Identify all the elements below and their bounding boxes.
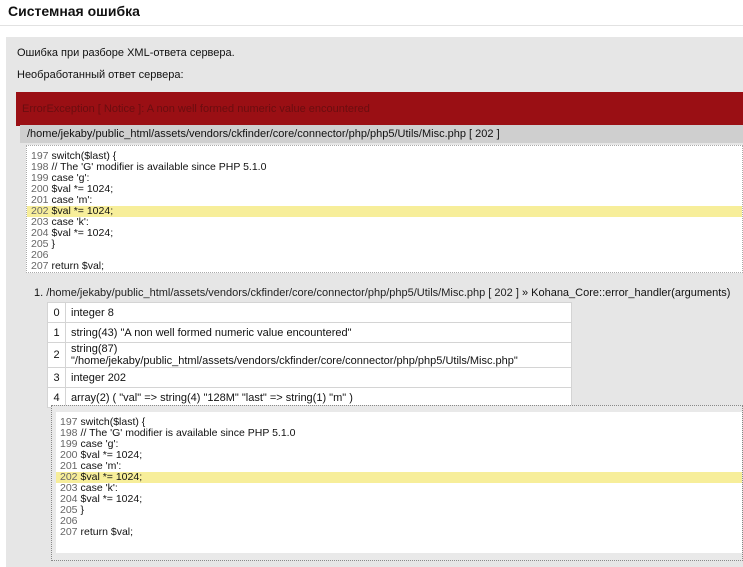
line-code: $val *= 1024; [51,227,114,239]
trace-entry[interactable]: 1. /home/jekaby/public_html/assets/vendo… [34,287,730,299]
line-code: return $val; [51,260,105,272]
raw-response-label: Необработанный ответ сервера: [17,69,184,81]
argument-row: 0 integer 8 [47,302,572,323]
line-code: } [80,504,85,516]
trace-source-frame: 197 switch($last) {198// The 'G' modifier… [51,405,743,561]
trace-file-link[interactable]: /home/jekaby/public_html/assets/vendors/… [46,287,519,299]
code-line: 205} [27,239,742,250]
argument-row: 2 string(87) "/home/jekaby/public_html/as… [47,342,572,368]
argument-index: 3 [47,367,66,388]
code-line: 207 return $val; [56,527,742,538]
highlighted-code-line: 202 $val *= 1024; [56,472,742,483]
argument-index: 2 [47,342,66,368]
arguments-table: 0 integer 8 1 string(43) "A non well formed… [47,302,572,408]
argument-value: string(43) "A non well formed numeric va… [65,322,572,343]
argument-value: integer 8 [65,302,572,323]
code-line: 203 case 'k': [56,483,742,494]
trace-call[interactable]: » Kohana_Core::error_handler(arguments) [522,287,731,299]
argument-value: integer 202 [65,367,572,388]
title-divider [0,25,743,26]
line-code: $val *= 1024; [80,493,143,505]
code-line: 206 [27,250,742,261]
line-code: } [51,238,56,250]
code-line: 203 case 'k': [27,217,742,228]
argument-row: 3 integer 202 [47,367,572,388]
code-line: 199 case 'g': [27,173,742,184]
code-line: 207 return $val; [27,261,742,272]
exception-banner: ErrorException [ Notice ]: A non well fo… [16,92,743,126]
argument-value: string(87) "/home/jekaby/public_html/ass… [65,342,572,368]
code-line: 198// The 'G' modifier is available sinc… [56,428,742,439]
code-line: 206 [56,516,742,527]
code-line: 204 $val *= 1024; [56,494,742,505]
argument-index: 0 [47,302,66,323]
code-line: 201 case 'm': [27,195,742,206]
page-title: Системная ошибка [8,3,140,19]
argument-row: 1 string(43) "A non well formed numeric v… [47,322,572,343]
code-line: 205} [56,505,742,516]
parse-error-message: Ошибка при разборе XML-ответа сервера. [17,47,235,59]
code-line: 199 case 'g': [56,439,742,450]
trace-number: 1. [34,287,44,299]
line-code: return $val; [80,526,134,538]
highlighted-code-line: 202 $val *= 1024; [27,206,742,217]
error-panel: Ошибка при разборе XML-ответа сервера. Н… [6,37,743,567]
argument-index: 1 [47,322,66,343]
trace-source-code-block: 197 switch($last) {198// The 'G' modifier… [56,412,742,553]
code-line: 200 $val *= 1024; [56,450,742,461]
code-line: 200 $val *= 1024; [27,184,742,195]
source-code-block: 197 switch($last) {198// The 'G' modifier… [26,145,743,273]
code-line: 204 $val *= 1024; [27,228,742,239]
code-line: 201 case 'm': [56,461,742,472]
line-number: 207 [31,260,49,272]
line-number: 207 [60,526,78,538]
code-line: 198// The 'G' modifier is available sinc… [27,162,742,173]
exception-file-location: /home/jekaby/public_html/assets/vendors/… [20,125,743,143]
